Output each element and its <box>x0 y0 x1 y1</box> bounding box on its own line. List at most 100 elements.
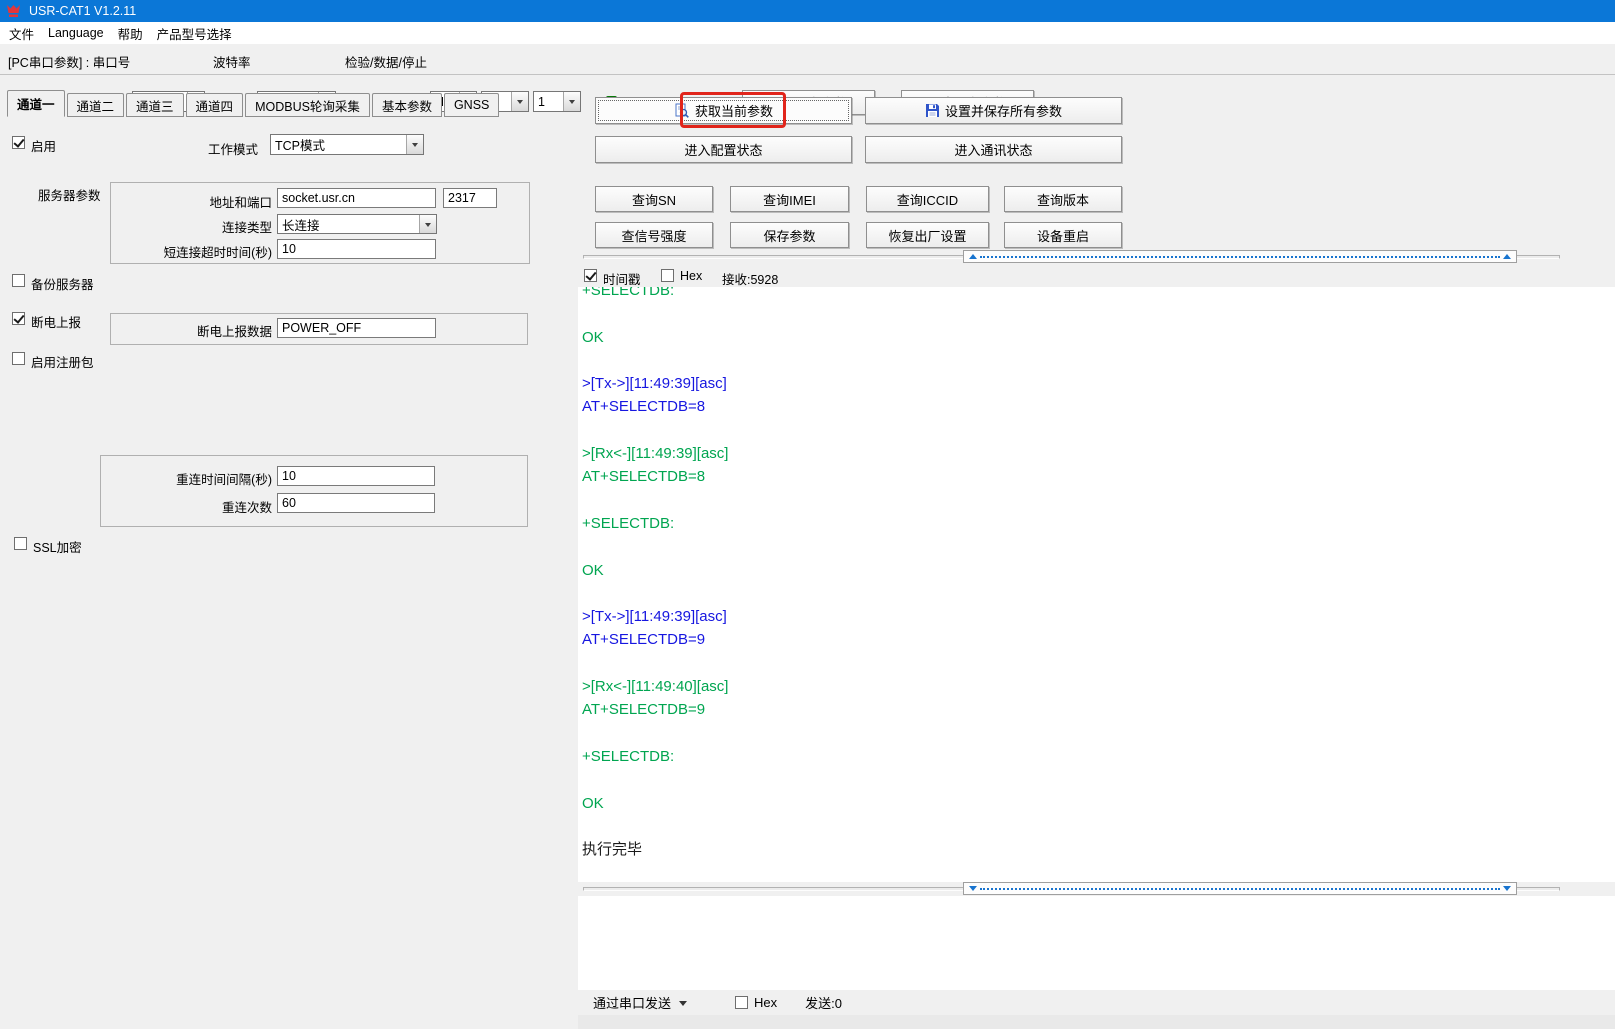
chevron-down-icon[interactable] <box>419 215 436 233</box>
set-save-params-button[interactable]: 设置并保存所有参数 <box>865 97 1122 124</box>
pc-serial-label: [PC串口参数] : 串口号 <box>8 52 130 71</box>
enter-config-label: 进入配置状态 <box>684 140 762 159</box>
save-params-button[interactable]: 保存参数 <box>730 222 849 248</box>
enter-config-button[interactable]: 进入配置状态 <box>595 136 852 163</box>
query-signal-button[interactable]: 查信号强度 <box>595 222 713 248</box>
tab-5[interactable]: MODBUS轮询采集 <box>245 93 370 117</box>
menu-item[interactable]: Language <box>41 22 111 44</box>
upper-slider-thumb[interactable] <box>963 250 1517 263</box>
log-line <box>582 815 1615 838</box>
factory-reset-button[interactable]: 恢复出厂设置 <box>866 222 989 248</box>
tab-7[interactable]: GNSS <box>444 93 499 117</box>
tab-6[interactable]: 基本参数 <box>372 93 442 117</box>
enable-checkbox[interactable] <box>12 136 25 149</box>
work-mode-select[interactable]: TCP模式 <box>270 134 424 155</box>
query-iccid-label: 查询ICCID <box>897 190 958 209</box>
reconnect-interval-input[interactable]: 10 <box>277 466 435 486</box>
window-title: USR-CAT1 V1.2.11 <box>29 4 136 18</box>
log-line <box>582 349 1615 372</box>
query-iccid-button[interactable]: 查询ICCID <box>866 186 989 212</box>
menu-item[interactable]: 产品型号选择 <box>150 22 239 44</box>
send-toolbar: 通过串口发送 Hex 发送:0 <box>578 990 1615 1015</box>
server-address-input[interactable]: socket.usr.cn <box>277 188 436 208</box>
channel-tabs: 通道一通道二通道三通道四MODBUS轮询采集基本参数GNSS <box>7 90 501 117</box>
log-line <box>582 768 1615 791</box>
enter-comm-button[interactable]: 进入通讯状态 <box>865 136 1122 163</box>
chevron-down-icon[interactable] <box>511 92 528 111</box>
log-line: >[Rx<-][11:49:39][asc] <box>582 442 1615 465</box>
log-line: 执行完毕 <box>582 838 1615 861</box>
parity-label: 检验/数据/停止 <box>345 52 427 71</box>
app-window: USR-CAT1 V1.2.11 文件Language帮助产品型号选择 [PC串… <box>0 0 1615 1029</box>
slider-marker-icon <box>969 886 977 891</box>
log-line <box>582 652 1615 675</box>
stopbits-select[interactable]: 1 <box>533 91 581 112</box>
ssl-label[interactable]: SSL加密 <box>33 537 82 556</box>
chevron-down-icon[interactable] <box>679 1001 687 1010</box>
timestamp-label[interactable]: 时间戳 <box>603 269 641 288</box>
menu-item[interactable]: 帮助 <box>111 22 150 44</box>
conn-type-label: 连接类型 <box>150 217 272 236</box>
log-line: +SELECTDB: <box>582 512 1615 535</box>
log-line: OK <box>582 326 1615 349</box>
power-off-data-input[interactable]: POWER_OFF <box>277 318 436 338</box>
slider-marker-icon <box>969 254 977 259</box>
reboot-button[interactable]: 设备重启 <box>1004 222 1122 248</box>
send-input-area[interactable] <box>578 896 1615 990</box>
query-version-label: 查询版本 <box>1037 190 1089 209</box>
menu-bar: 文件Language帮助产品型号选择 <box>0 22 1615 44</box>
send-via-serial-button[interactable]: 通过串口发送 <box>593 993 671 1012</box>
recv-hex-checkbox[interactable] <box>661 269 674 282</box>
log-line: AT+SELECTDB=8 <box>582 395 1615 418</box>
server-port-input[interactable]: 2317 <box>443 188 497 208</box>
query-sn-button[interactable]: 查询SN <box>595 186 713 212</box>
backup-server-label[interactable]: 备份服务器 <box>31 274 94 293</box>
send-hex-checkbox[interactable] <box>735 996 748 1009</box>
send-hex-label[interactable]: Hex <box>754 995 777 1010</box>
register-pack-checkbox[interactable] <box>12 352 25 365</box>
log-line: >[Rx<-][11:49:40][asc] <box>582 675 1615 698</box>
set-save-params-label: 设置并保存所有参数 <box>945 101 1062 120</box>
work-mode-label: 工作模式 <box>208 139 258 158</box>
power-off-report-checkbox[interactable] <box>12 312 25 325</box>
chevron-down-icon[interactable] <box>563 92 580 111</box>
receive-log-area[interactable]: +SELECTDB: OK >[Tx->][11:49:39][asc]AT+S… <box>578 287 1615 882</box>
serial-toolbar: [PC串口参数] : 串口号 COM10 波特率 115200 检验/数据/停止… <box>0 44 1615 75</box>
backup-server-checkbox[interactable] <box>12 274 25 287</box>
log-line: AT+SELECTDB=9 <box>582 628 1615 651</box>
query-version-button[interactable]: 查询版本 <box>1004 186 1122 212</box>
log-line: OK <box>582 559 1615 582</box>
query-signal-label: 查信号强度 <box>621 226 686 245</box>
conn-type-value: 长连接 <box>278 215 419 233</box>
tab-2[interactable]: 通道二 <box>67 93 125 117</box>
enable-label[interactable]: 启用 <box>31 136 56 155</box>
query-sn-label: 查询SN <box>632 190 676 209</box>
chevron-down-icon[interactable] <box>406 135 423 154</box>
menu-item[interactable]: 文件 <box>2 22 41 44</box>
conn-type-select[interactable]: 长连接 <box>277 214 437 234</box>
log-line: OK <box>582 792 1615 815</box>
log-line: AT+SELECTDB=9 <box>582 698 1615 721</box>
recv-hex-label[interactable]: Hex <box>680 269 702 283</box>
short-timeout-input[interactable]: 10 <box>277 239 436 259</box>
slider-marker-icon <box>1503 886 1511 891</box>
baud-label: 波特率 <box>213 52 251 71</box>
save-icon <box>925 103 940 118</box>
window-bottom-strip <box>578 1015 1615 1029</box>
tab-4[interactable]: 通道四 <box>186 93 244 117</box>
enter-comm-label: 进入通讯状态 <box>954 140 1032 159</box>
lower-slider-thumb[interactable] <box>963 882 1517 895</box>
log-line: >[Tx->][11:49:39][asc] <box>582 605 1615 628</box>
server-params-label: 服务器参数 <box>38 185 101 204</box>
reboot-label: 设备重启 <box>1037 226 1089 245</box>
query-imei-label: 查询IMEI <box>763 190 816 209</box>
ssl-checkbox[interactable] <box>14 537 27 550</box>
query-imei-button[interactable]: 查询IMEI <box>730 186 849 212</box>
tab-1[interactable]: 通道一 <box>7 90 65 117</box>
timestamp-checkbox[interactable] <box>584 269 597 282</box>
register-pack-label[interactable]: 启用注册包 <box>31 352 94 371</box>
tab-3[interactable]: 通道三 <box>126 93 184 117</box>
power-off-report-label[interactable]: 断电上报 <box>31 312 81 331</box>
log-line <box>582 419 1615 442</box>
reconnect-times-input[interactable]: 60 <box>277 493 435 513</box>
